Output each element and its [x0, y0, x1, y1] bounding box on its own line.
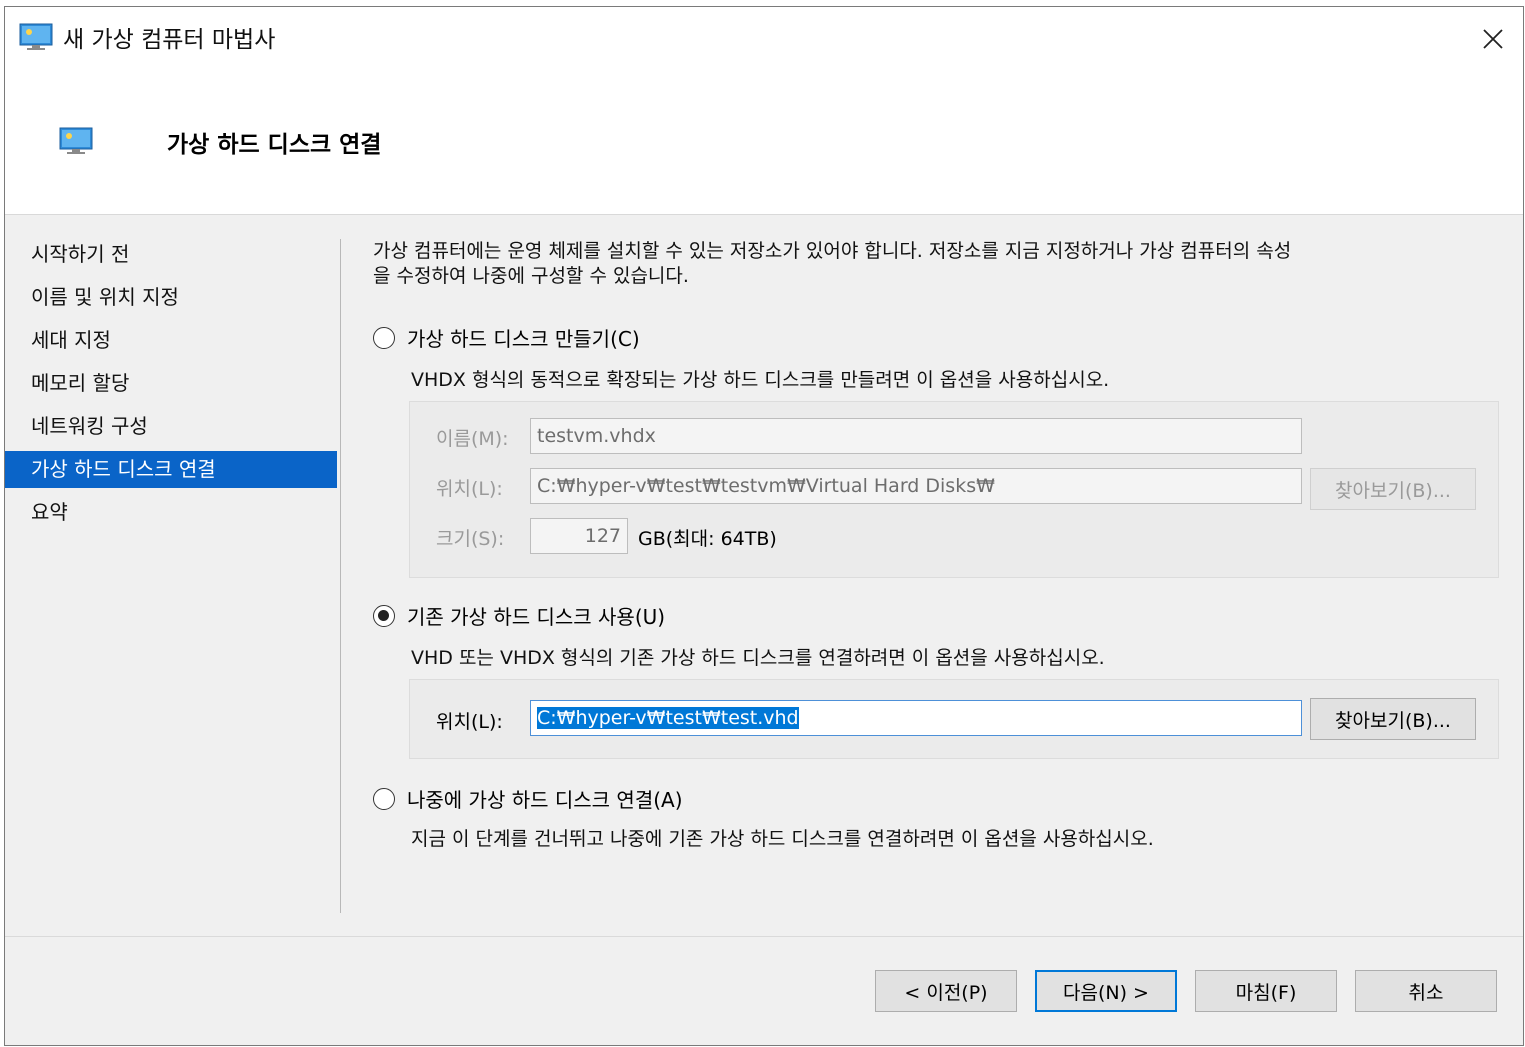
intro-line-1: 가상 컴퓨터에는 운영 체제를 설치할 수 있는 저장소가 있어야 합니다. 저…	[373, 240, 1292, 262]
size-label: 크기(S):	[436, 528, 505, 550]
footer-divider	[5, 936, 1523, 937]
wizard-header: 가상 하드 디스크 연결	[5, 71, 1523, 215]
sidebar-item-name-location[interactable]: 이름 및 위치 지정	[5, 276, 337, 319]
existing-location-value: C:₩hyper-v₩test₩test.vhd	[537, 707, 799, 729]
name-field[interactable]: testvm.vhdx	[530, 418, 1302, 454]
create-disk-label: 가상 하드 디스크 만들기(C)	[407, 327, 640, 351]
close-button[interactable]	[1463, 7, 1523, 71]
attach-later-description: 지금 이 단계를 건너뛰고 나중에 기존 가상 하드 디스크를 연결하려면 이 …	[411, 828, 1154, 850]
location-label-disabled: 위치(L):	[436, 478, 503, 500]
sidebar-item-before-you-begin[interactable]: 시작하기 전	[5, 233, 337, 276]
create-disk-radio[interactable]	[373, 326, 395, 349]
existing-disk-option[interactable]: 기존 가상 하드 디스크 사용(U)	[373, 601, 665, 630]
sidebar-item-networking[interactable]: 네트워킹 구성	[5, 405, 337, 448]
name-label: 이름(M):	[436, 428, 509, 450]
wizard-steps-sidebar: 시작하기 전 이름 및 위치 지정 세대 지정 메모리 할당 네트워킹 구성 가…	[5, 233, 337, 534]
size-unit-label: GB(최대: 64TB)	[638, 528, 777, 550]
browse-button-disabled[interactable]: 찾아보기(B)...	[1310, 468, 1476, 510]
sidebar-divider	[340, 239, 341, 913]
virtual-machine-icon	[59, 127, 93, 154]
existing-disk-label: 기존 가상 하드 디스크 사용(U)	[407, 605, 666, 629]
existing-disk-radio[interactable]	[373, 604, 395, 627]
main-content: 가상 컴퓨터에는 운영 체제를 설치할 수 있는 저장소가 있어야 합니다. 저…	[373, 239, 1503, 850]
intro-text: 가상 컴퓨터에는 운영 체제를 설치할 수 있는 저장소가 있어야 합니다. 저…	[373, 239, 1503, 289]
page-title: 가상 하드 디스크 연결	[167, 132, 382, 158]
location-field-disabled[interactable]: C:₩hyper-v₩test₩testvm₩Virtual Hard Disk…	[530, 468, 1302, 504]
attach-later-radio[interactable]	[373, 787, 395, 810]
sidebar-item-memory[interactable]: 메모리 할당	[5, 362, 337, 405]
create-disk-description: VHDX 형식의 동적으로 확장되는 가상 하드 디스크를 만들려면 이 옵션을…	[411, 369, 1110, 391]
wizard-window: 새 가상 컴퓨터 마법사 가상 하드 디스크 연결 시작하기 전 이름 및 위치…	[4, 6, 1524, 1046]
cancel-button[interactable]: 취소	[1355, 970, 1497, 1012]
sidebar-item-summary[interactable]: 요약	[5, 491, 337, 534]
intro-line-2: 을 수정하여 나중에 구성할 수 있습니다.	[373, 265, 689, 287]
sidebar-item-generation[interactable]: 세대 지정	[5, 319, 337, 362]
close-icon	[1483, 29, 1503, 49]
existing-disk-group: 위치(L): C:₩hyper-v₩test₩test.vhd 찾아보기(B).…	[409, 679, 1499, 759]
previous-button[interactable]: < 이전(P)	[875, 970, 1017, 1012]
next-button[interactable]: 다음(N) >	[1035, 970, 1177, 1012]
window-title: 새 가상 컴퓨터 마법사	[63, 27, 276, 53]
finish-button[interactable]: 마침(F)	[1195, 970, 1337, 1012]
existing-location-input[interactable]: C:₩hyper-v₩test₩test.vhd	[530, 700, 1302, 736]
attach-later-label: 나중에 가상 하드 디스크 연결(A)	[407, 788, 683, 812]
size-field[interactable]: 127	[530, 518, 628, 554]
attach-later-option[interactable]: 나중에 가상 하드 디스크 연결(A)	[373, 784, 683, 813]
existing-location-label: 위치(L):	[436, 711, 503, 733]
virtual-machine-icon	[19, 23, 53, 50]
existing-disk-description: VHD 또는 VHDX 형식의 기존 가상 하드 디스크를 연결하려면 이 옵션…	[411, 647, 1105, 669]
browse-button[interactable]: 찾아보기(B)...	[1310, 698, 1476, 740]
create-disk-group: 이름(M): testvm.vhdx 위치(L): C:₩hyper-v₩tes…	[409, 401, 1499, 578]
title-bar: 새 가상 컴퓨터 마법사	[5, 7, 1523, 71]
create-disk-option[interactable]: 가상 하드 디스크 만들기(C)	[373, 323, 640, 352]
sidebar-item-virtual-hard-disk[interactable]: 가상 하드 디스크 연결	[5, 451, 337, 488]
